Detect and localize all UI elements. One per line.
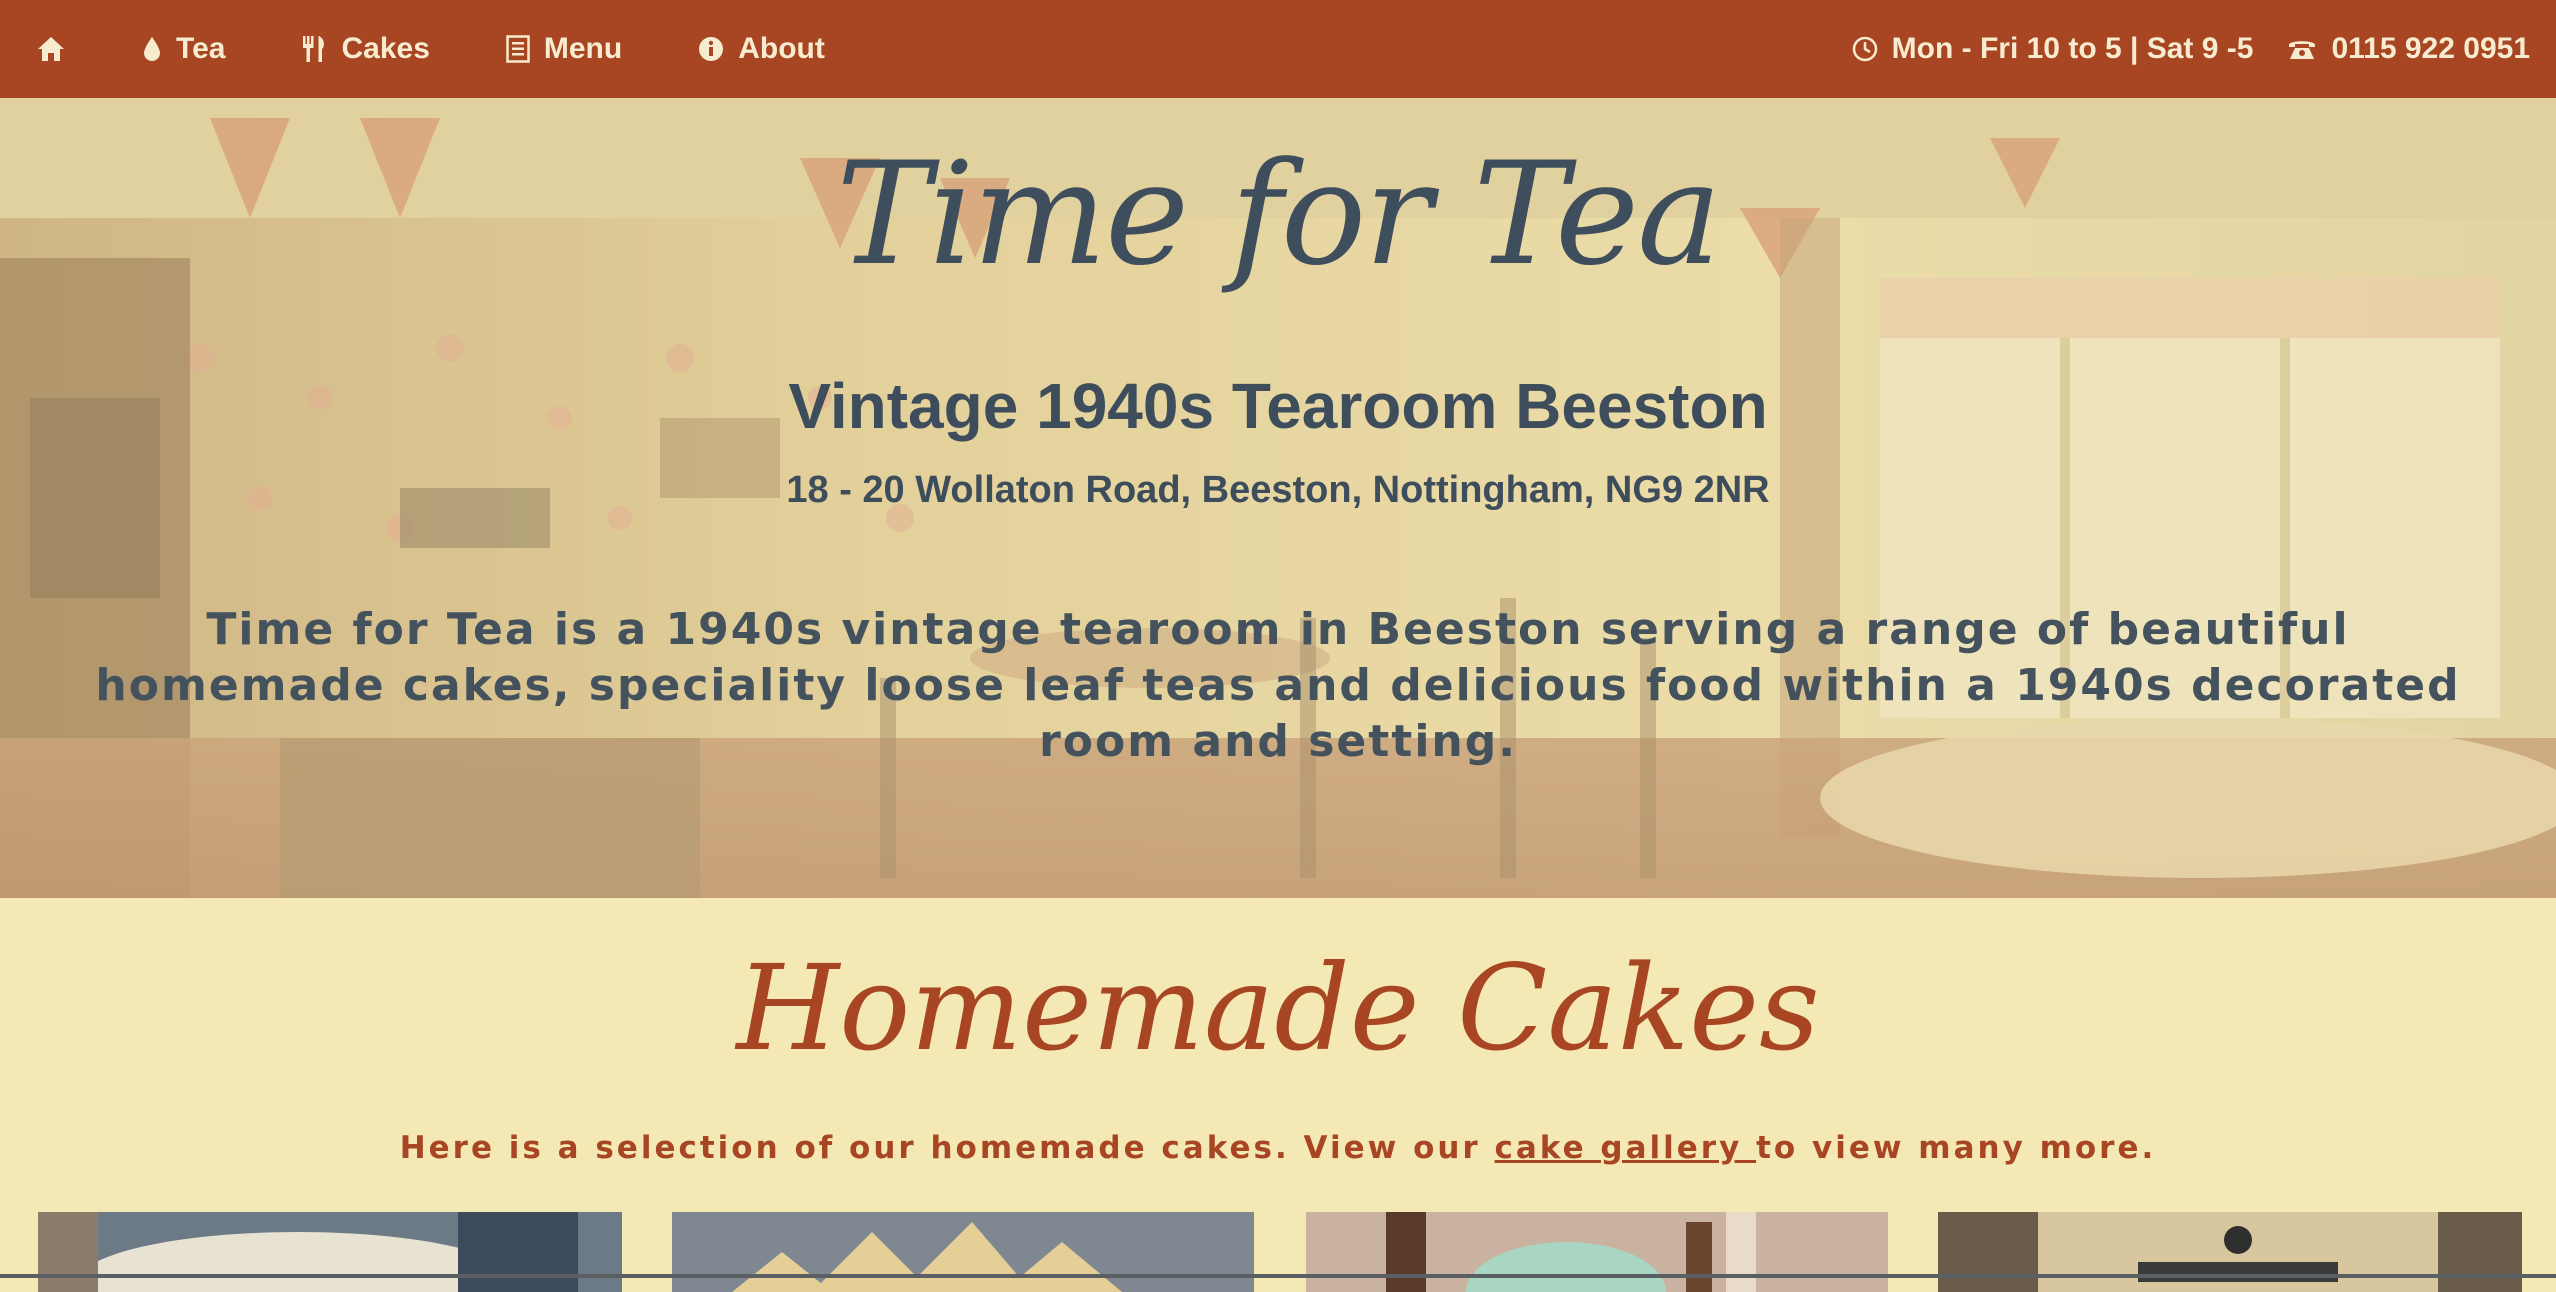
site-subtitle: Vintage 1940s Tearoom Beeston — [788, 370, 1768, 442]
section-divider — [0, 1274, 2556, 1278]
nav-links: Tea Cakes Menu About — [0, 0, 863, 98]
cakes-intro: Here is a selection of our homemade cake… — [0, 1130, 2556, 1166]
cake-image-1[interactable] — [38, 1212, 622, 1292]
hero-content: Time for Tea Vintage 1940s Tearoom Beest… — [0, 98, 2556, 898]
nav-cakes-label: Cakes — [341, 32, 430, 65]
phone-icon — [2287, 37, 2317, 61]
phone-link[interactable]: 0115 922 0951 — [2287, 32, 2530, 66]
nav-tea[interactable]: Tea — [104, 0, 263, 98]
nav-menu[interactable]: Menu — [468, 0, 660, 98]
top-navbar: Tea Cakes Menu About Mon - Fri 10 to 5 |… — [0, 0, 2556, 98]
home-icon — [36, 35, 66, 63]
cake-gallery-link[interactable]: cake gallery — [1495, 1130, 1757, 1166]
site-title: Time for Tea — [836, 132, 1721, 297]
nav-home[interactable] — [0, 0, 104, 98]
hero-banner: Time for Tea Vintage 1940s Tearoom Beest… — [0, 98, 2556, 898]
cake-image-4[interactable] — [1938, 1212, 2522, 1292]
clock-icon — [1852, 36, 1878, 62]
cake-image-3[interactable] — [1306, 1212, 1888, 1292]
fork-knife-icon — [301, 35, 327, 63]
cakes-intro-text: Here is a selection of our homemade cake… — [399, 1130, 1495, 1166]
list-icon — [506, 35, 530, 63]
site-description: Time for Tea is a 1940s vintage tearoom … — [95, 604, 2461, 767]
drop-icon — [142, 36, 162, 62]
cakes-intro-text-end: to view many more. — [1756, 1130, 2157, 1166]
nav-about[interactable]: About — [660, 0, 863, 98]
site-address: 18 - 20 Wollaton Road, Beeston, Nottingh… — [786, 469, 1770, 511]
phone-number: 0115 922 0951 — [2331, 32, 2530, 65]
info-icon — [698, 36, 724, 62]
cake-image-2[interactable] — [672, 1212, 1254, 1292]
nav-tea-label: Tea — [176, 32, 226, 65]
opening-hours: Mon - Fri 10 to 5 | Sat 9 -5 — [1891, 32, 2254, 65]
nav-about-label: About — [738, 32, 825, 65]
homemade-cakes-section: Homemade Cakes Here is a selection of ou… — [0, 898, 2556, 1292]
nav-contact: Mon - Fri 10 to 5 | Sat 9 -5 0115 922 09… — [1852, 0, 2556, 98]
nav-menu-label: Menu — [543, 32, 623, 65]
cakes-heading: Homemade Cakes — [736, 939, 1820, 1077]
nav-cakes[interactable]: Cakes — [263, 0, 467, 98]
